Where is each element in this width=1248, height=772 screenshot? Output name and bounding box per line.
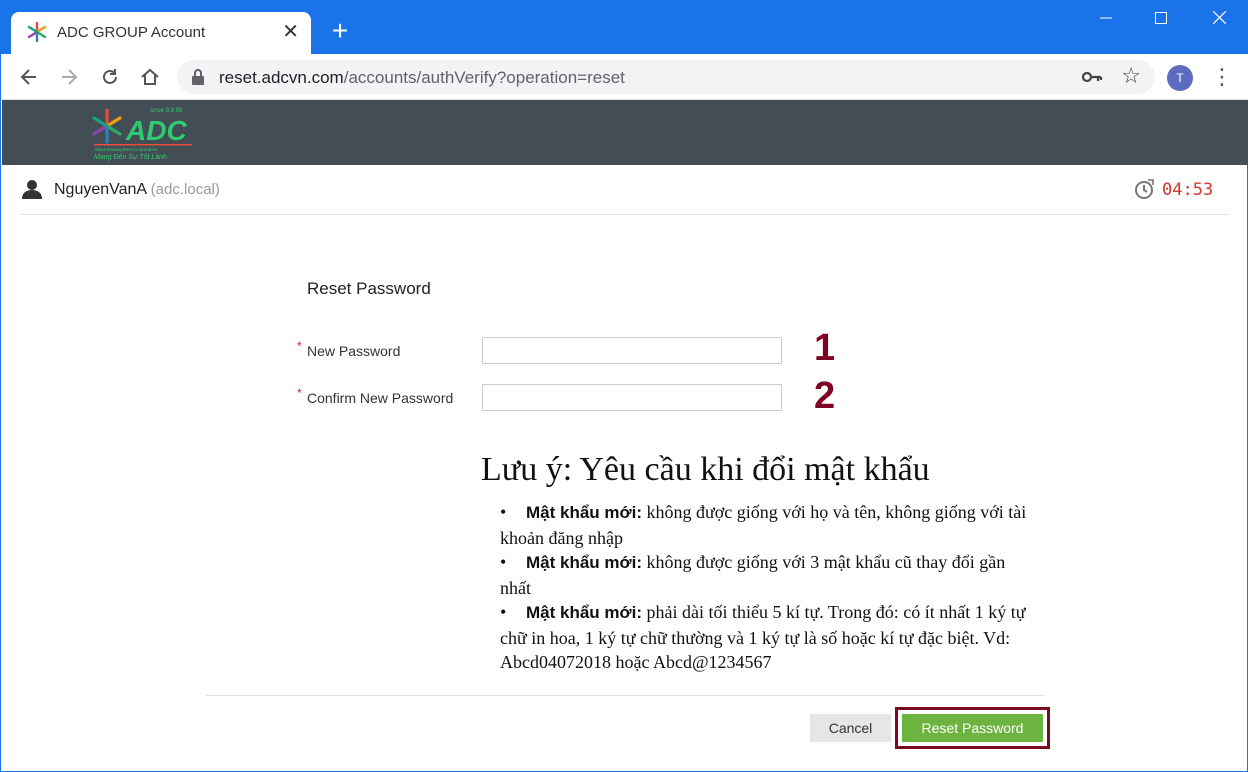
key-icon[interactable]: [1081, 68, 1103, 86]
url-path: /accounts/authVerify?operation=reset: [343, 68, 625, 87]
new-tab-button[interactable]: +: [327, 17, 353, 45]
note-item-label: Mật khẩu mới:: [526, 603, 642, 622]
reload-icon: [103, 69, 117, 84]
session-timer: 04:53: [1162, 180, 1214, 200]
user-domain: (adc.local): [150, 181, 220, 198]
url-text[interactable]: reset.adcvn.com/accounts/authVerify?oper…: [219, 68, 625, 88]
close-window-button[interactable]: [1196, 8, 1242, 32]
tab-close-icon[interactable]: ✕: [282, 20, 299, 44]
user-info-bar: NguyenVanA (adc.local) 04:53: [21, 166, 1229, 215]
bookmark-star-icon[interactable]: ☆: [1121, 64, 1141, 88]
user-name: NguyenVanA (adc.local): [54, 181, 220, 199]
note-item: • Mật khẩu mới: phải dài tối thiểu 5 kí t…: [500, 600, 1030, 675]
cancel-button[interactable]: Cancel: [810, 714, 891, 742]
bullet: •: [500, 602, 507, 622]
maximize-button[interactable]: [1138, 8, 1184, 32]
minimize-button[interactable]: [1083, 8, 1129, 32]
profile-avatar[interactable]: T: [1167, 65, 1193, 91]
note-title: Lưu ý: Yêu cầu khi đổi mật khẩu: [481, 451, 930, 488]
note-list: • Mật khẩu mới: không được giống với họ v…: [500, 500, 1030, 675]
new-password-input[interactable]: [482, 337, 782, 364]
url-host: reset.adcvn.com: [219, 68, 344, 87]
maximize-icon: [1155, 12, 1167, 24]
reload-button[interactable]: [96, 63, 124, 91]
home-icon: [141, 68, 159, 85]
address-bar[interactable]: reset.adcvn.com/accounts/authVerify?oper…: [177, 60, 1155, 94]
home-button[interactable]: [136, 63, 164, 91]
form-divider: [206, 695, 1044, 696]
arrow-right-icon: [62, 69, 78, 85]
arrow-left-icon: [20, 69, 36, 85]
forward-button[interactable]: [55, 63, 83, 91]
confirm-password-input[interactable]: [482, 384, 782, 411]
logo-slogan: Mang Đến Sự Tốt Lành: [94, 153, 167, 161]
adc-favicon-icon: [27, 22, 47, 42]
adc-logo: since 9.9.99 ADC Allied Development Corp…: [92, 108, 192, 161]
form-title: Reset Password: [307, 279, 431, 298]
title-bar: ADC GROUP Account ✕ +: [1, 0, 1248, 54]
required-asterisk: *: [297, 339, 302, 353]
note-item-label: Mật khẩu mới:: [526, 553, 642, 572]
user-icon: [22, 180, 42, 199]
bullet: •: [500, 552, 507, 572]
new-password-label: New Password: [307, 343, 401, 359]
browser-menu-icon[interactable]: ⋮: [1211, 64, 1233, 90]
logo-tagline-top: since 9.9.99: [150, 108, 183, 114]
note-item: • Mật khẩu mới: không được giống với họ v…: [500, 500, 1030, 550]
user-name-text: NguyenVanA: [54, 181, 147, 198]
timer-icon: [1135, 179, 1154, 199]
note-item-label: Mật khẩu mới:: [526, 503, 642, 522]
reset-password-button[interactable]: Reset Password: [902, 714, 1043, 742]
app-header: since 9.9.99 ADC Allied Development Corp…: [2, 100, 1248, 165]
tab-title: ADC GROUP Account: [57, 24, 206, 41]
logo-subtitle: Allied Development Corporation: [94, 147, 158, 152]
close-icon: [1212, 10, 1226, 25]
confirm-password-label: Confirm New Password: [307, 390, 454, 406]
tab-adc-group-account[interactable]: ADC GROUP Account ✕: [11, 12, 311, 54]
browser-window: ADC GROUP Account ✕ + reset.adcvn.com/ac…: [0, 0, 1248, 772]
back-button[interactable]: [15, 63, 43, 91]
bullet: •: [500, 502, 507, 522]
annotation-marker-2: 2: [814, 375, 836, 417]
minimize-icon: [1100, 17, 1112, 19]
browser-toolbar: reset.adcvn.com/accounts/authVerify?oper…: [1, 54, 1248, 100]
required-asterisk: *: [297, 386, 302, 400]
note-item: • Mật khẩu mới: không được giống với 3 mậ…: [500, 550, 1030, 600]
annotation-marker-1: 1: [814, 327, 836, 369]
logo-text: ADC: [125, 115, 187, 146]
lock-icon: [192, 69, 204, 85]
